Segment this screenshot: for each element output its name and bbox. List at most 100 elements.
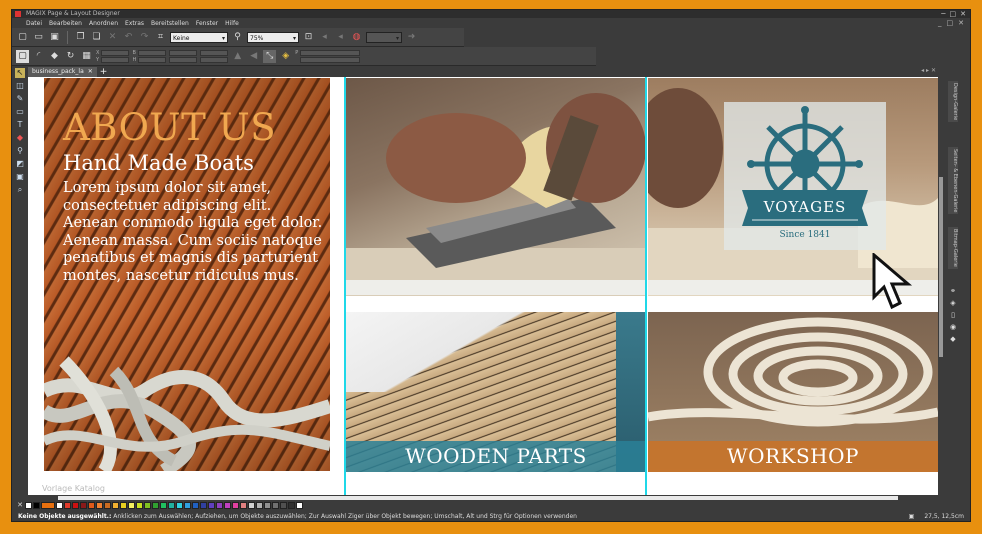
palette-swatch[interactable]: [33, 501, 40, 509]
about-body-text[interactable]: Lorem ipsum dolor sit amet, consectetuer…: [63, 180, 325, 285]
about-panel[interactable]: ABOUT US Hand Made Boats Lorem ipsum dol…: [44, 78, 330, 471]
palette-swatch[interactable]: [248, 501, 255, 509]
palette-swatch[interactable]: [136, 501, 143, 509]
palette-swatch[interactable]: [152, 501, 159, 509]
about-subtitle[interactable]: Hand Made Boats: [63, 151, 254, 175]
palette-swatch[interactable]: [200, 501, 207, 509]
page-icon-status[interactable]: ▣: [909, 510, 915, 521]
no-color-icon[interactable]: ✕: [16, 501, 24, 509]
pages-layers-gallery-tab[interactable]: Seiten- & Ebenen-Galerie: [948, 147, 958, 215]
zoom-page-icon[interactable]: ⊡: [302, 31, 315, 44]
photo-tool-icon[interactable]: ▣: [15, 172, 25, 182]
palette-swatch[interactable]: [80, 501, 87, 509]
palette-swatch[interactable]: [232, 501, 239, 509]
x-field[interactable]: [101, 49, 130, 56]
palette-swatch[interactable]: [216, 501, 223, 509]
palette-swatch[interactable]: [296, 501, 303, 509]
p-field[interactable]: [300, 49, 361, 56]
layers-icon[interactable]: ◈: [949, 299, 957, 307]
tab-close-icon[interactable]: ✕: [88, 67, 93, 77]
close-button[interactable]: ✕: [960, 10, 966, 18]
flip-horizontal-icon[interactable]: ◀: [247, 50, 260, 63]
y-field[interactable]: [101, 56, 130, 63]
previous-zoom-icon[interactable]: ◂: [318, 31, 331, 44]
arrow-right-icon[interactable]: ➜: [405, 31, 418, 44]
vertical-scroll-thumb[interactable]: [939, 177, 943, 357]
fill-icon[interactable]: ◆: [48, 50, 61, 63]
palette-swatch[interactable]: [128, 501, 135, 509]
palette-swatch[interactable]: [56, 501, 63, 509]
scale-x-field[interactable]: [169, 49, 198, 56]
transparency-tool-icon[interactable]: ⚲: [15, 146, 25, 156]
bitmap-gallery-tab[interactable]: Bitmap-Galerie: [948, 227, 958, 269]
menu-hilfe[interactable]: Hilfe: [225, 20, 239, 27]
rotate-icon[interactable]: ↻: [64, 50, 77, 63]
document-canvas[interactable]: ABOUT US Hand Made Boats Lorem ipsum dol…: [28, 77, 938, 495]
font-size-combo[interactable]: [366, 31, 402, 44]
zoom-tool-icon[interactable]: ⌕: [15, 185, 25, 195]
tag-icon[interactable]: ◈: [279, 50, 292, 63]
palette-swatch[interactable]: [96, 501, 103, 509]
workshop-caption[interactable]: WORKSHOP: [648, 441, 938, 472]
new-document-icon[interactable]: ▢: [16, 31, 29, 44]
lock-icon[interactable]: ⤡: [263, 49, 277, 63]
palette-swatch[interactable]: [280, 501, 287, 509]
height-field[interactable]: [138, 56, 167, 63]
palette-swatch[interactable]: [72, 501, 79, 509]
rotation-field[interactable]: [200, 49, 229, 56]
menu-anordnen[interactable]: Anordnen: [89, 20, 118, 27]
scale-y-field[interactable]: [169, 56, 198, 63]
curve-icon[interactable]: ◜: [32, 50, 45, 63]
palette-swatch[interactable]: [208, 501, 215, 509]
selector-tool-icon[interactable]: ↖: [15, 68, 25, 78]
about-title[interactable]: ABOUT US: [63, 106, 276, 149]
palette-swatch[interactable]: [240, 501, 247, 509]
magix-icon[interactable]: ◍: [350, 31, 363, 44]
delete-icon[interactable]: ✕: [106, 31, 119, 44]
page-icon[interactable]: ▯: [949, 311, 957, 319]
palette-swatch[interactable]: [112, 501, 119, 509]
palette-swatch[interactable]: [104, 501, 111, 509]
shadow-tool-icon[interactable]: ◩: [15, 159, 25, 169]
palette-swatch[interactable]: [224, 501, 231, 509]
palette-swatch[interactable]: [120, 501, 127, 509]
guide-line-left[interactable]: [344, 77, 346, 495]
palette-swatch[interactable]: [64, 501, 71, 509]
next-zoom-icon[interactable]: ◂: [334, 31, 347, 44]
tab-scroll-arrows[interactable]: ◂ ▸ ✕: [921, 67, 936, 74]
doc-minimize-button[interactable]: _: [938, 19, 942, 27]
link-icon[interactable]: ⚭: [949, 287, 957, 295]
doc-close-button[interactable]: ✕: [958, 19, 964, 27]
menu-datei[interactable]: Datei: [26, 20, 42, 27]
document-tab[interactable]: business_pack_la ✕: [28, 67, 97, 77]
select-frame-icon[interactable]: ▢: [16, 49, 29, 63]
wooden-parts-caption[interactable]: WOODEN PARTS: [346, 441, 646, 472]
palette-swatch[interactable]: [25, 501, 32, 509]
zoom-combo[interactable]: 75%: [247, 31, 299, 44]
open-folder-icon[interactable]: ▭: [32, 31, 45, 44]
globe-icon[interactable]: ◉: [949, 323, 957, 331]
fill-tool-icon[interactable]: ◆: [15, 133, 25, 143]
palette-swatch[interactable]: [256, 501, 263, 509]
palette-swatch[interactable]: [168, 501, 175, 509]
skew-field[interactable]: [200, 56, 229, 63]
palette-swatch[interactable]: [272, 501, 279, 509]
palette-swatch[interactable]: [288, 501, 295, 509]
menu-fenster[interactable]: Fenster: [196, 20, 218, 27]
flip-vertical-icon[interactable]: ▲: [231, 50, 244, 63]
redo-icon[interactable]: ↷: [138, 31, 151, 44]
palette-swatch[interactable]: [160, 501, 167, 509]
voyages-logo[interactable]: VOYAGES Since 1841: [724, 102, 886, 250]
palette-swatch[interactable]: [176, 501, 183, 509]
palette-swatch[interactable]: [144, 501, 151, 509]
minimize-button[interactable]: ─: [941, 10, 945, 18]
width-field[interactable]: [137, 49, 166, 56]
rope-coil-photo[interactable]: WORKSHOP: [648, 312, 938, 472]
menu-bearbeiten[interactable]: Bearbeiten: [49, 20, 82, 27]
zoom-icon[interactable]: ⚲: [231, 31, 244, 44]
maximize-button[interactable]: □: [950, 10, 957, 18]
palette-swatch[interactable]: [264, 501, 271, 509]
copy-icon[interactable]: ❐: [74, 31, 87, 44]
p2-field[interactable]: [300, 56, 361, 63]
transform-icon[interactable]: ⌗: [154, 31, 167, 44]
